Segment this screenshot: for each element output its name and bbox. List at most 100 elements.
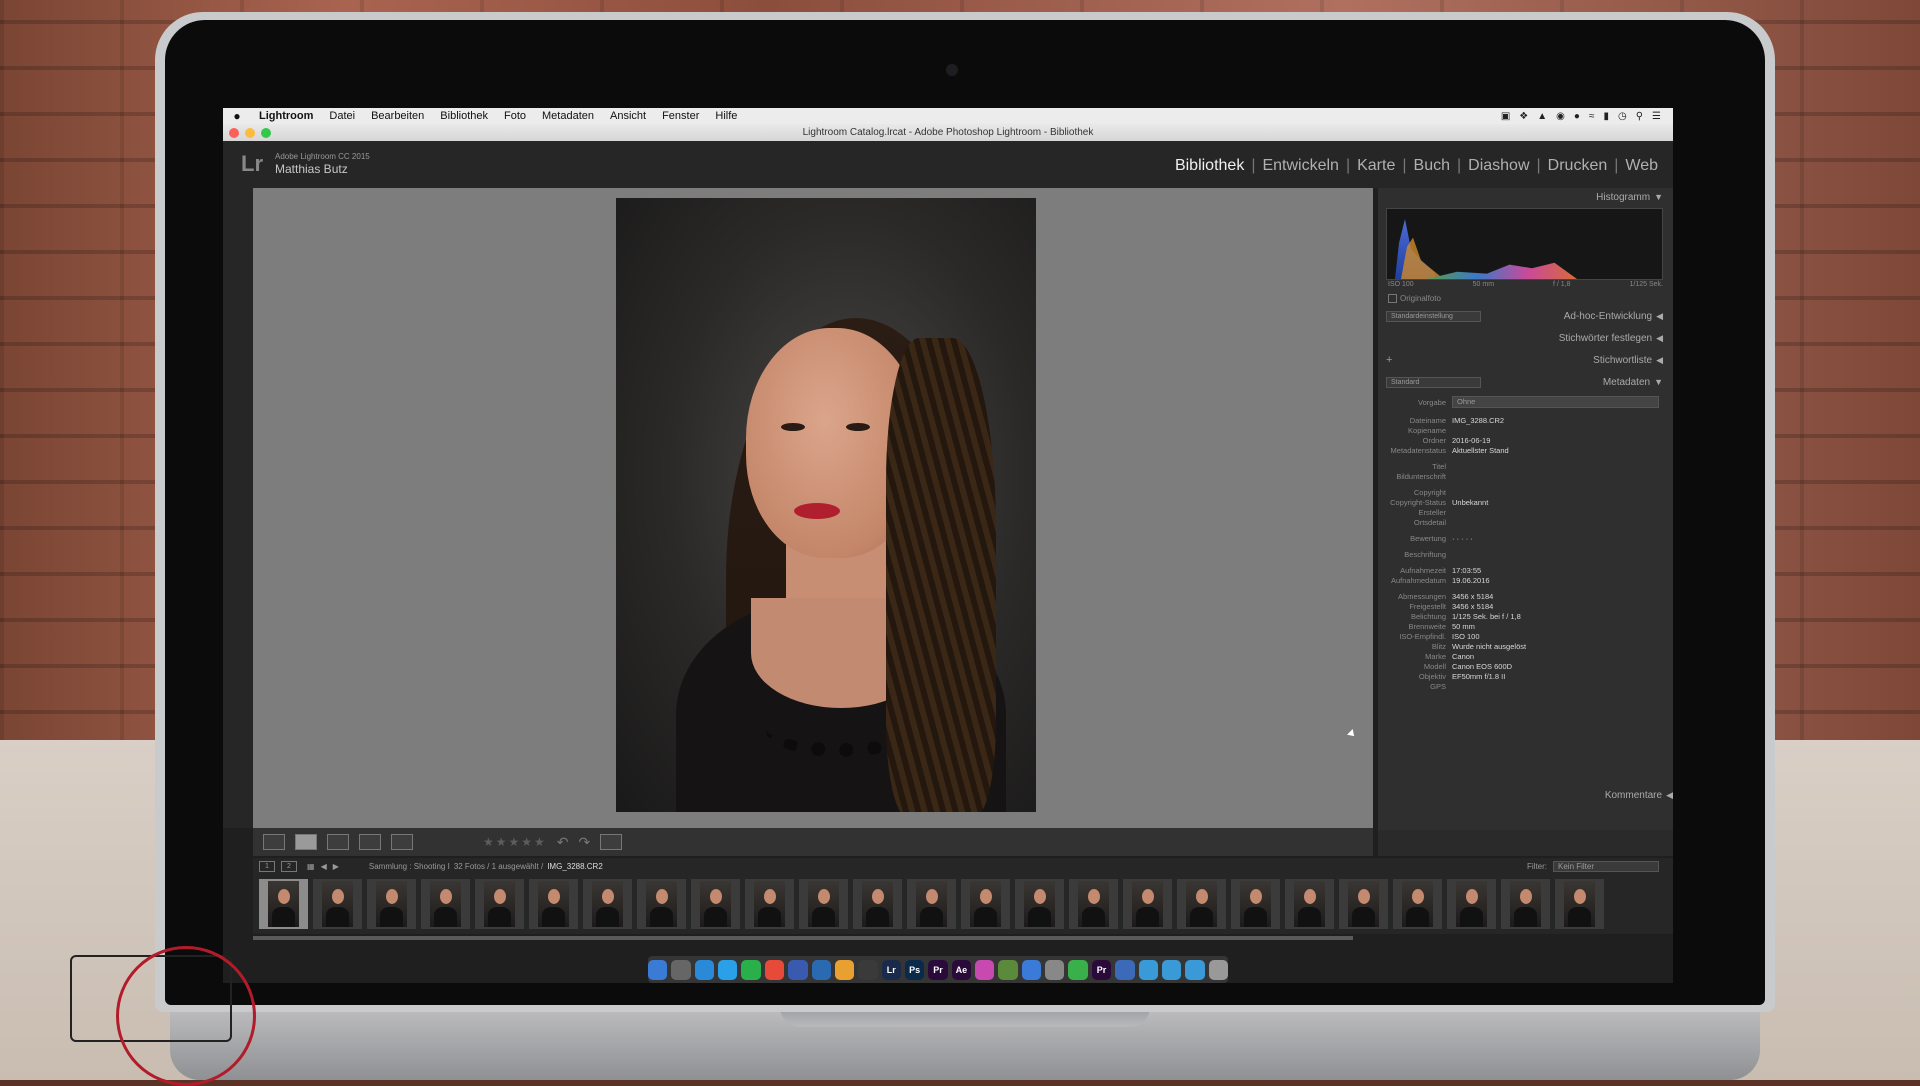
filmstrip-thumbnail[interactable] <box>961 879 1010 929</box>
filmstrip-thumbnail[interactable] <box>1177 879 1226 929</box>
menu-foto[interactable]: Foto <box>496 110 534 122</box>
metadata-value[interactable]: 3456 x 5184 <box>1452 592 1493 601</box>
dock-app-icon[interactable] <box>764 959 785 980</box>
filmstrip-thumbnail[interactable] <box>259 879 308 929</box>
clock-icon[interactable]: ◷ <box>1618 111 1627 122</box>
left-panel-collapsed[interactable] <box>223 188 253 828</box>
filmstrip-thumbnail[interactable] <box>1555 879 1604 929</box>
dock-app-icon[interactable] <box>1138 959 1158 980</box>
loupe-view-icon[interactable] <box>295 834 317 850</box>
filmstrip-thumbnail[interactable] <box>421 879 470 929</box>
metadata-value[interactable]: 50 mm <box>1452 622 1475 631</box>
filmstrip-thumbnail[interactable] <box>1069 879 1118 929</box>
module-karte[interactable]: Karte <box>1350 157 1402 175</box>
metadata-value[interactable]: 17:03:55 <box>1452 566 1481 575</box>
back-arrow-icon[interactable]: ◀ <box>321 862 327 871</box>
metadata-value[interactable]: EF50mm f/1.8 II <box>1452 672 1505 681</box>
module-entwickeln[interactable]: Entwickeln <box>1255 157 1345 175</box>
dock-app-icon[interactable] <box>858 959 878 980</box>
dock-app-icon[interactable]: Pr <box>928 959 948 980</box>
dock-app-icon[interactable]: Lr <box>881 959 901 980</box>
filmstrip-thumbnail[interactable] <box>1015 879 1064 929</box>
dock-app-icon[interactable] <box>1021 959 1042 980</box>
metadata-value[interactable]: Canon <box>1452 652 1474 661</box>
module-buch[interactable]: Buch <box>1407 157 1457 175</box>
close-window-icon[interactable] <box>229 128 239 138</box>
battery-icon[interactable]: ▮ <box>1603 111 1609 122</box>
filmstrip-thumbnail[interactable] <box>799 879 848 929</box>
quick-develop-preset[interactable]: Standardeinstellung <box>1386 310 1481 322</box>
dock-app-icon[interactable] <box>694 959 715 980</box>
metadata-preset-select[interactable]: Ohne <box>1452 396 1659 409</box>
filmstrip-filename[interactable]: IMG_3288.CR2 <box>547 862 603 871</box>
survey-view-icon[interactable] <box>359 834 381 850</box>
menu-fenster[interactable]: Fenster <box>654 110 707 122</box>
dock-app-icon[interactable] <box>998 959 1018 980</box>
secondary-window-button[interactable]: 2 <box>281 860 297 872</box>
comments-header[interactable]: Kommentare ◀ <box>1378 786 1673 804</box>
dock-app-icon[interactable] <box>1068 959 1088 980</box>
metadata-value[interactable]: · · · · · <box>1452 534 1473 543</box>
menu-datei[interactable]: Datei <box>321 110 363 122</box>
metadata-value[interactable]: Unbekannt <box>1452 498 1488 507</box>
grid-small-icon[interactable]: ▦ <box>307 862 315 871</box>
filmstrip-thumbnail[interactable] <box>745 879 794 929</box>
filmstrip-thumbnail[interactable] <box>1447 879 1496 929</box>
dropbox-icon[interactable]: ❖ <box>1519 111 1528 122</box>
menu-bibliothek[interactable]: Bibliothek <box>432 110 496 122</box>
drive-icon[interactable]: ▲ <box>1537 111 1547 122</box>
main-window-button[interactable]: 1 <box>259 860 275 872</box>
crop-overlay-icon[interactable] <box>600 834 623 850</box>
metadata-value[interactable]: 3456 x 5184 <box>1452 602 1493 611</box>
metadata-value[interactable]: IMG_3288.CR2 <box>1452 416 1504 425</box>
rating-stars[interactable]: ★★★★★ <box>483 835 547 849</box>
metadata-header[interactable]: Standard Metadaten ▼ <box>1378 373 1673 391</box>
zoom-window-icon[interactable] <box>261 128 271 138</box>
filmstrip-thumbnail[interactable] <box>367 879 416 929</box>
dock-app-icon[interactable] <box>671 959 691 980</box>
metadata-value[interactable]: Canon EOS 600D <box>1452 662 1512 671</box>
rotate-left-icon[interactable]: ↶ <box>557 834 569 851</box>
filmstrip-scrollbar[interactable] <box>253 936 1353 940</box>
dock-app-icon[interactable]: Pr <box>1091 959 1112 980</box>
menu-hilfe[interactable]: Hilfe <box>707 110 745 122</box>
loupe-view[interactable] <box>253 188 1373 828</box>
filmstrip-thumbnail[interactable] <box>1501 879 1550 929</box>
dock-app-icon[interactable] <box>1185 959 1205 980</box>
metadata-value[interactable]: 1/125 Sek. bei f / 1,8 <box>1452 612 1521 621</box>
dock-app-icon[interactable] <box>1208 959 1228 980</box>
flame-icon[interactable]: ● <box>1574 111 1580 122</box>
module-drucken[interactable]: Drucken <box>1541 157 1615 175</box>
dock-app-icon[interactable] <box>811 959 831 980</box>
dock-app-icon[interactable] <box>788 959 808 980</box>
dock-app-icon[interactable]: Ae <box>951 959 972 980</box>
module-web[interactable]: Web <box>1618 157 1665 175</box>
menu-metadaten[interactable]: Metadaten <box>534 110 602 122</box>
quick-develop-header[interactable]: Standardeinstellung Ad-hoc-Entwicklung ◀ <box>1378 307 1673 325</box>
dock-app-icon[interactable] <box>1045 959 1065 980</box>
filmstrip-thumbnail[interactable] <box>1393 879 1442 929</box>
wifi-icon[interactable]: ≈ <box>1589 111 1595 122</box>
dock-app-icon[interactable] <box>718 959 738 980</box>
histogram-header[interactable]: Histogramm ▼ <box>1378 188 1673 206</box>
screen-record-icon[interactable]: ▣ <box>1501 111 1510 122</box>
keywording-header[interactable]: Stichwörter festlegen ◀ <box>1378 329 1673 347</box>
filmstrip-thumbnail[interactable] <box>1123 879 1172 929</box>
checkbox-icon[interactable] <box>1388 294 1397 304</box>
filmstrip-source-path[interactable]: Sammlung : Shooting I <box>369 862 450 871</box>
filmstrip-thumbnail[interactable] <box>1285 879 1334 929</box>
grid-view-icon[interactable] <box>263 834 285 850</box>
metadata-value[interactable]: ISO 100 <box>1452 632 1480 641</box>
filmstrip-thumbnail[interactable] <box>313 879 362 929</box>
module-bibliothek[interactable]: Bibliothek <box>1168 157 1251 175</box>
filmstrip-thumbnail[interactable] <box>529 879 578 929</box>
filmstrip-thumbnail[interactable] <box>907 879 956 929</box>
people-view-icon[interactable] <box>391 834 413 850</box>
dock-app-icon[interactable] <box>834 959 855 980</box>
metadata-view-select[interactable]: Standard <box>1386 376 1481 388</box>
dock-app-icon[interactable] <box>1115 959 1135 980</box>
filmstrip-thumbnail[interactable] <box>583 879 632 929</box>
metadata-value[interactable]: 19.06.2016 <box>1452 576 1490 585</box>
filmstrip-thumbnail[interactable] <box>1339 879 1388 929</box>
metadata-value[interactable]: Wurde nicht ausgelöst <box>1452 642 1526 651</box>
